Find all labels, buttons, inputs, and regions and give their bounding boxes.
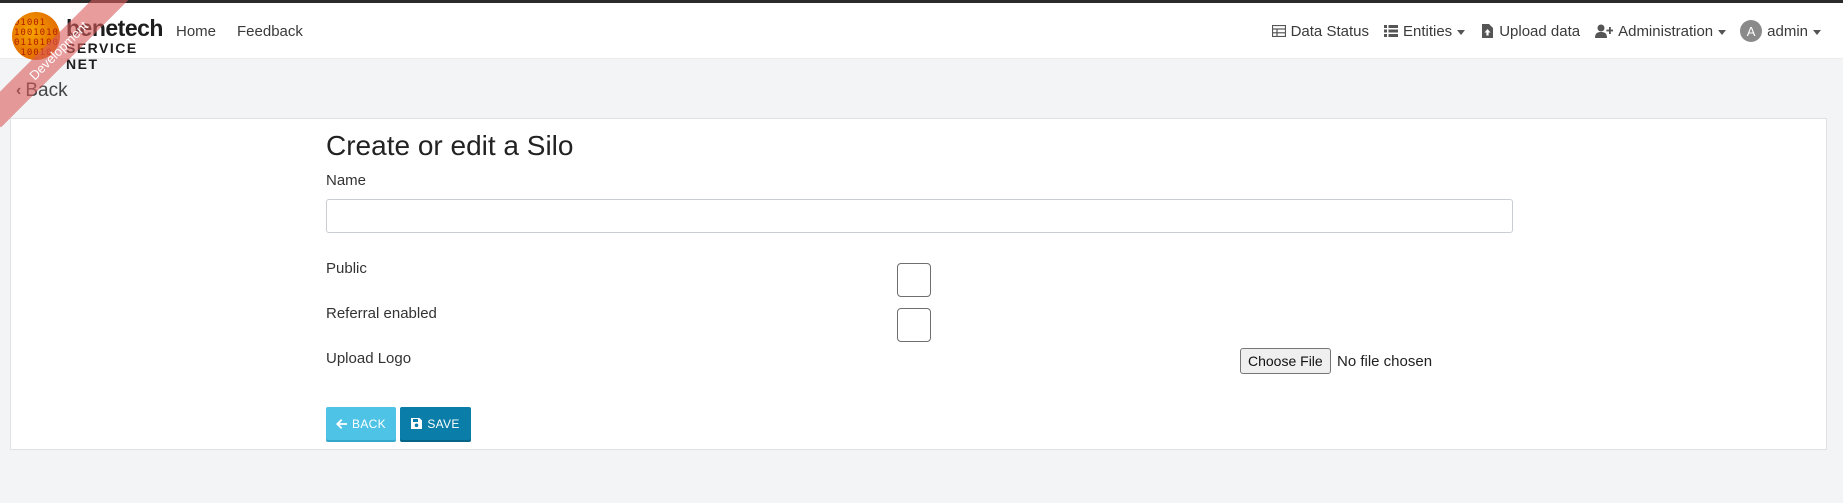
nav-left: Home Feedback xyxy=(176,3,324,59)
chevron-down-icon xyxy=(1718,29,1727,35)
public-checkbox[interactable] xyxy=(897,263,931,297)
nav-feedback-link[interactable]: Feedback xyxy=(237,23,303,40)
user-plus-icon xyxy=(1594,23,1614,39)
nav-entities-dropdown[interactable]: Entities xyxy=(1383,22,1466,40)
file-status-text: No file chosen xyxy=(1337,353,1433,370)
choose-file-button[interactable]: Choose File xyxy=(1240,348,1331,374)
nav-entities-label: Entities xyxy=(1402,22,1453,40)
nav-home-link[interactable]: Home xyxy=(176,23,216,40)
arrow-left-icon xyxy=(336,418,348,429)
avatar: A xyxy=(1740,20,1763,42)
list-icon xyxy=(1383,23,1399,39)
back-button-label: BACK xyxy=(352,416,386,431)
page-title: Create or edit a Silo xyxy=(326,130,574,161)
floppy-disk-icon xyxy=(411,418,423,429)
public-label: Public xyxy=(326,260,367,277)
nav-user-menu[interactable]: A admin xyxy=(1740,20,1821,42)
nav-data-status-label: Data Status xyxy=(1290,22,1369,40)
nav-administration-label: Administration xyxy=(1618,22,1714,40)
upload-logo-label: Upload Logo xyxy=(326,350,412,367)
nav-user-label: admin xyxy=(1767,22,1808,40)
nav-administration-dropdown[interactable]: Administration xyxy=(1594,22,1727,40)
chevron-down-icon xyxy=(1813,29,1821,35)
name-input[interactable] xyxy=(326,199,1513,233)
nav-upload-data[interactable]: Upload data xyxy=(1479,23,1580,40)
nav-data-status[interactable]: Data Status xyxy=(1271,23,1369,40)
nav-right: Data Status Entities Upload data Adminis… xyxy=(1257,3,1821,59)
nav-upload-data-label: Upload data xyxy=(1499,22,1581,40)
save-button[interactable]: SAVE xyxy=(400,407,471,440)
file-upload-icon xyxy=(1479,23,1495,39)
referral-enabled-checkbox[interactable] xyxy=(897,308,931,342)
table-icon xyxy=(1271,23,1287,39)
back-button[interactable]: BACK xyxy=(326,407,396,440)
navbar: 01001 1001010 0110100 10010 benetech SER… xyxy=(0,3,1843,72)
name-label: Name xyxy=(326,172,367,189)
referral-enabled-label: Referral enabled xyxy=(326,305,437,322)
save-button-label: SAVE xyxy=(427,416,460,431)
chevron-down-icon xyxy=(1457,29,1466,35)
